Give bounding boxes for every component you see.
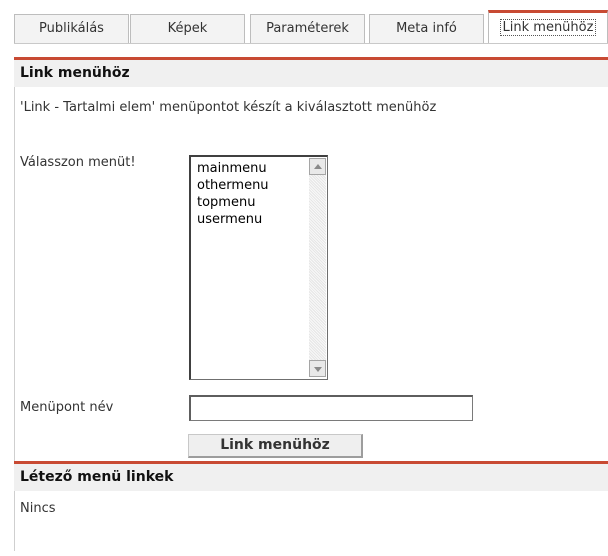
- tab-kepek[interactable]: Képek: [130, 14, 245, 43]
- scroll-up-button[interactable]: [309, 158, 326, 175]
- tab-label: Paraméterek: [266, 21, 349, 36]
- link-menu-panel: Link menühöz 'Link - Tartalmi elem' menü…: [14, 57, 608, 556]
- menu-listbox[interactable]: mainmenu othermenu topmenu usermenu: [189, 155, 328, 380]
- tab-label: Link menühöz: [499, 19, 597, 36]
- tab-label: Publikálás: [39, 21, 104, 36]
- menu-item-name-input[interactable]: [189, 395, 473, 421]
- tab-meta-info[interactable]: Meta infó: [369, 14, 484, 43]
- menu-option[interactable]: mainmenu: [197, 160, 327, 177]
- menu-option[interactable]: topmenu: [197, 194, 327, 211]
- arrow-up-icon: [314, 164, 322, 169]
- section-header-existing-links: Létező menü linkek: [14, 461, 608, 491]
- section-description: 'Link - Tartalmi elem' menüpontot készít…: [20, 100, 437, 115]
- link-to-menu-button[interactable]: Link menühöz: [188, 434, 363, 458]
- menu-select-label: Válasszon menüt!: [20, 155, 136, 170]
- arrow-down-icon: [314, 367, 322, 372]
- section-header-link-menu: Link menühöz: [14, 57, 608, 87]
- listbox-scrollbar[interactable]: [309, 158, 326, 377]
- panel-border: [14, 57, 15, 461]
- menu-item-name-label: Menüpont név: [20, 400, 114, 415]
- menu-option[interactable]: usermenu: [197, 211, 327, 228]
- tab-parameterek[interactable]: Paraméterek: [250, 14, 365, 43]
- tab-label: Meta infó: [396, 21, 457, 36]
- section-title: Létező menü linkek: [20, 469, 174, 485]
- existing-links-empty: Nincs: [20, 501, 56, 516]
- tab-divider: [14, 43, 608, 44]
- panel-border: [14, 491, 15, 551]
- section-title: Link menühöz: [20, 65, 130, 81]
- tab-label: Képek: [167, 21, 208, 36]
- tab-link-menuhoz[interactable]: Link menühöz: [488, 10, 608, 44]
- tab-publikalas[interactable]: Publikálás: [14, 14, 129, 43]
- tab-bar: Publikálás Képek Paraméterek Meta infó L…: [0, 0, 608, 44]
- menu-option[interactable]: othermenu: [197, 177, 327, 194]
- scroll-down-button[interactable]: [309, 360, 326, 377]
